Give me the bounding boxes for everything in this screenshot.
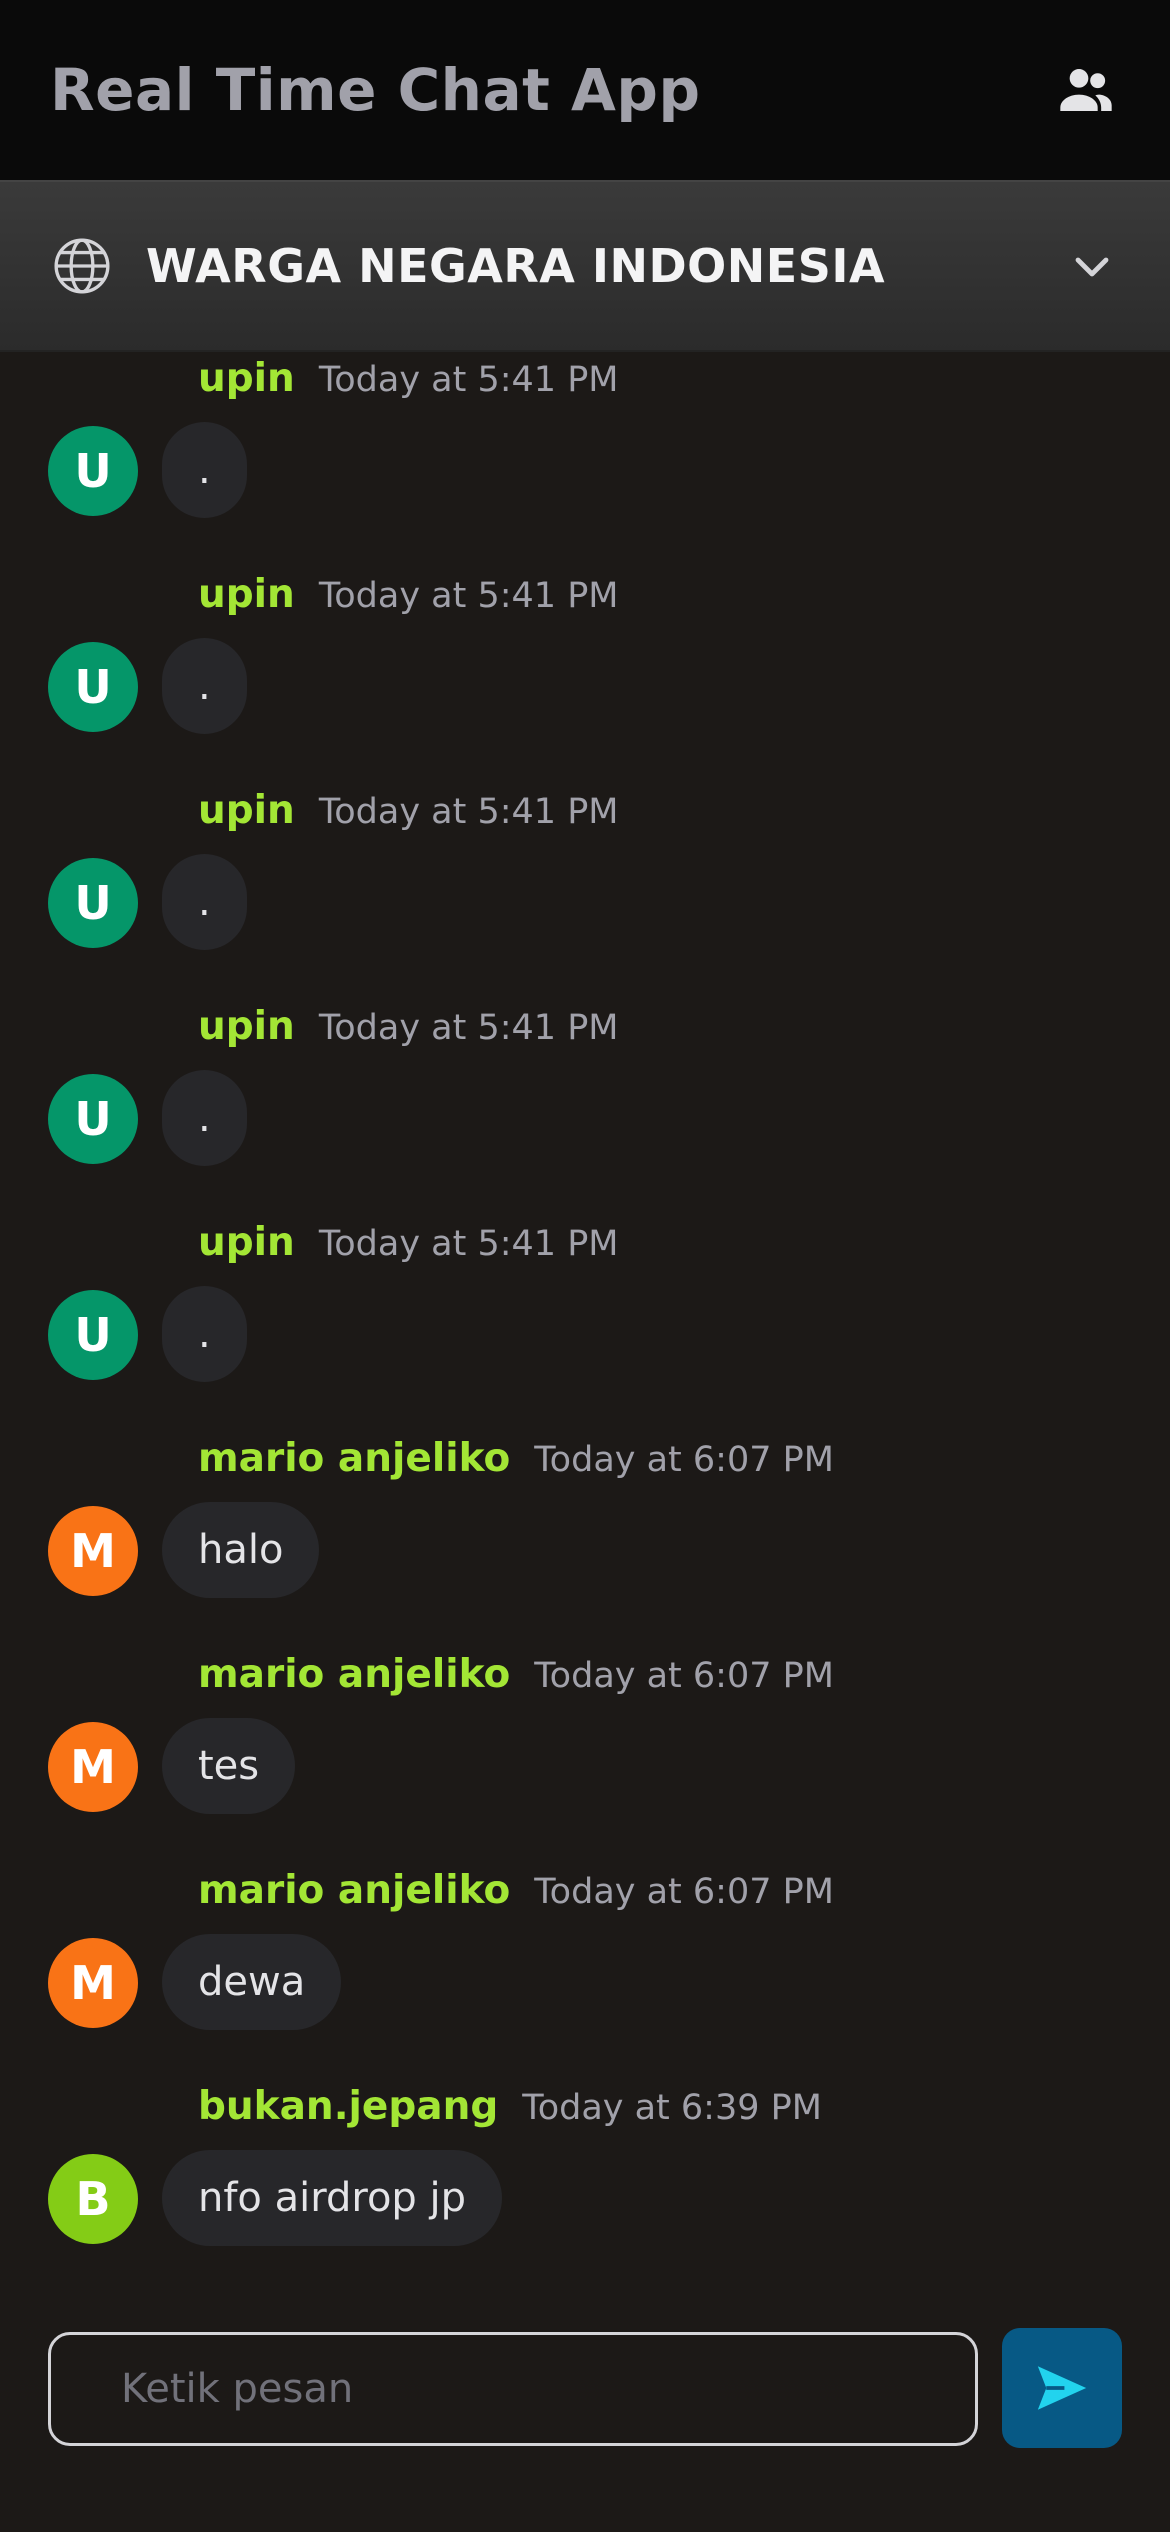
app-title: Real Time Chat App xyxy=(50,56,701,124)
message-bubble: dewa xyxy=(162,1934,342,2030)
message-timestamp: Today at 5:41 PM xyxy=(318,576,619,616)
message-bubble: . xyxy=(162,1070,247,1166)
message-bubble: halo xyxy=(162,1502,320,1598)
message-timestamp: Today at 6:07 PM xyxy=(534,1872,834,1912)
room-selector[interactable]: WARGA NEGARA INDONESIA xyxy=(0,180,1170,352)
avatar[interactable]: B xyxy=(48,2154,138,2244)
message-item: bukan.jepang Today at 6:39 PM B nfo aird… xyxy=(0,2084,1170,2282)
message-meta: upin Today at 5:41 PM xyxy=(198,356,619,406)
chevron-down-icon[interactable] xyxy=(1062,236,1122,296)
message-timestamp: Today at 5:41 PM xyxy=(318,1224,619,1264)
avatar[interactable]: U xyxy=(48,1074,138,1164)
chat-app: Real Time Chat App WARGA NEGARA INDONESI… xyxy=(0,0,1170,2532)
message-item: upin Today at 5:41 PM U . xyxy=(0,1220,1170,1436)
message-item: upin Today at 5:41 PM U . xyxy=(0,788,1170,1004)
message-bubble: . xyxy=(162,422,247,518)
message-meta: upin Today at 5:41 PM xyxy=(198,1220,619,1270)
message-meta: upin Today at 5:41 PM xyxy=(198,572,619,622)
avatar[interactable]: U xyxy=(48,426,138,516)
message-author[interactable]: upin xyxy=(198,1004,295,1049)
users-button[interactable] xyxy=(1050,54,1122,126)
message-author[interactable]: mario anjeliko xyxy=(198,1868,510,1913)
message-item: mario anjeliko Today at 6:07 PM M halo xyxy=(0,1436,1170,1652)
globe-icon xyxy=(50,234,114,298)
avatar[interactable]: M xyxy=(48,1938,138,2028)
message-list[interactable]: upin Today at 5:41 PM U . upin Today at … xyxy=(0,352,1170,2282)
message-timestamp: Today at 5:41 PM xyxy=(318,360,619,400)
message-bubble: tes xyxy=(162,1718,296,1814)
message-input[interactable] xyxy=(48,2332,978,2446)
room-name: WARGA NEGARA INDONESIA xyxy=(146,239,886,293)
message-meta: upin Today at 5:41 PM xyxy=(198,1004,619,1054)
message-timestamp: Today at 6:07 PM xyxy=(534,1440,834,1480)
message-timestamp: Today at 5:41 PM xyxy=(318,792,619,832)
avatar[interactable]: M xyxy=(48,1506,138,1596)
message-item: upin Today at 5:41 PM U . xyxy=(0,356,1170,572)
message-item: mario anjeliko Today at 6:07 PM M dewa xyxy=(0,1868,1170,2084)
message-bubble: nfo airdrop jp xyxy=(162,2150,503,2246)
message-author[interactable]: upin xyxy=(198,1220,295,1265)
composer xyxy=(0,2282,1170,2532)
message-bubble: . xyxy=(162,854,247,950)
message-meta: upin Today at 5:41 PM xyxy=(198,788,619,838)
message-item: upin Today at 5:41 PM U . xyxy=(0,1004,1170,1220)
avatar[interactable]: U xyxy=(48,1290,138,1380)
message-author[interactable]: mario anjeliko xyxy=(198,1436,510,1481)
message-timestamp: Today at 6:39 PM xyxy=(522,2088,822,2128)
message-author[interactable]: upin xyxy=(198,788,295,833)
message-meta: mario anjeliko Today at 6:07 PM xyxy=(198,1652,834,1702)
message-bubble: . xyxy=(162,638,247,734)
message-timestamp: Today at 5:41 PM xyxy=(318,1008,619,1048)
avatar[interactable]: M xyxy=(48,1722,138,1812)
message-meta: mario anjeliko Today at 6:07 PM xyxy=(198,1868,834,1918)
avatar[interactable]: U xyxy=(48,858,138,948)
message-meta: mario anjeliko Today at 6:07 PM xyxy=(198,1436,834,1486)
message-item: upin Today at 5:41 PM U . xyxy=(0,572,1170,788)
message-author[interactable]: upin xyxy=(198,572,295,617)
message-item: mario anjeliko Today at 6:07 PM M tes xyxy=(0,1652,1170,1868)
app-header: Real Time Chat App xyxy=(0,0,1170,180)
send-icon xyxy=(1037,2366,1087,2410)
message-author[interactable]: upin xyxy=(198,356,295,401)
message-author[interactable]: bukan.jepang xyxy=(198,2084,498,2129)
users-icon xyxy=(1060,69,1112,111)
send-button[interactable] xyxy=(1002,2328,1122,2448)
message-author[interactable]: mario anjeliko xyxy=(198,1652,510,1697)
avatar[interactable]: U xyxy=(48,642,138,732)
message-meta: bukan.jepang Today at 6:39 PM xyxy=(198,2084,822,2134)
message-timestamp: Today at 6:07 PM xyxy=(534,1656,834,1696)
message-bubble: . xyxy=(162,1286,247,1382)
